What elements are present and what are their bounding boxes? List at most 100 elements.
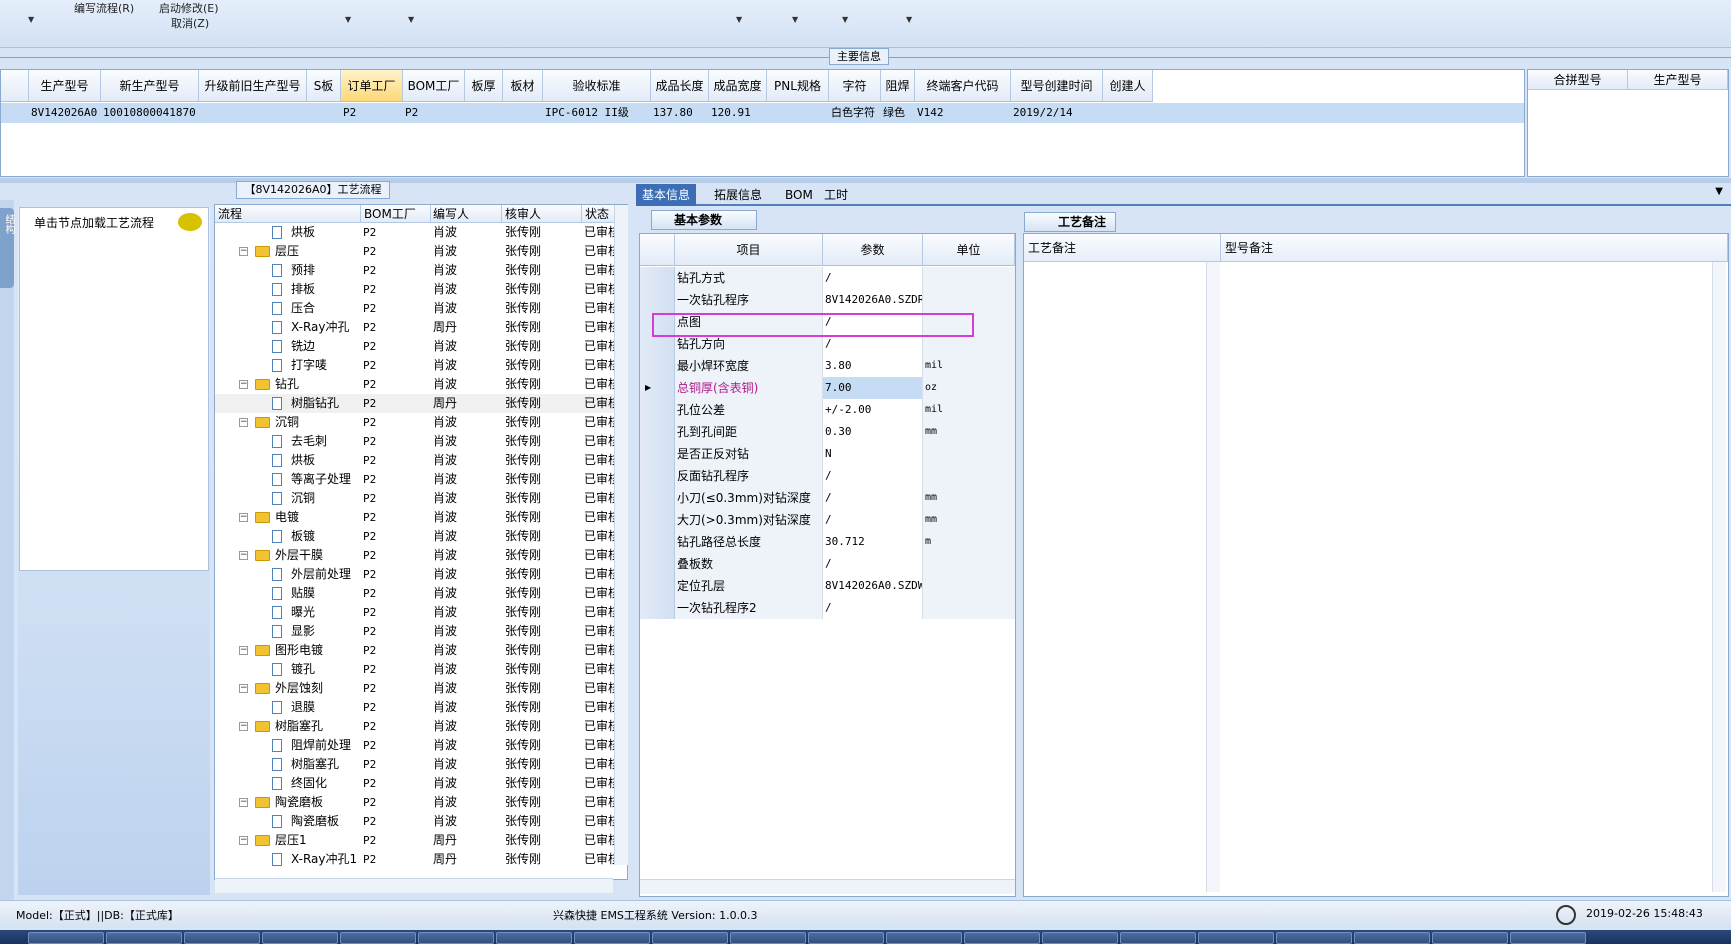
main-info-label[interactable]: 主要信息 bbox=[829, 48, 889, 65]
taskbar-button[interactable] bbox=[106, 932, 182, 944]
table-cell[interactable] bbox=[199, 103, 307, 123]
param-value[interactable]: 30.712 bbox=[823, 531, 923, 553]
taskbar-button[interactable] bbox=[28, 932, 104, 944]
param-row[interactable]: 孔位公差 +/-2.00 mil bbox=[640, 399, 1015, 421]
param-row[interactable]: ▶ 总铜厚(含表铜) 7.00 oz bbox=[640, 377, 1015, 399]
model-col-header[interactable]: 终端客户代码 bbox=[915, 70, 1011, 101]
row-selector[interactable] bbox=[640, 553, 675, 575]
model-col-header[interactable]: PNL规格 bbox=[767, 70, 829, 101]
menu-cancel[interactable]: 取消(Z) bbox=[171, 15, 209, 31]
taskbar-button[interactable] bbox=[184, 932, 260, 944]
taskbar-button[interactable] bbox=[652, 932, 728, 944]
structure-tree[interactable] bbox=[19, 207, 209, 571]
tree-row[interactable]: 等离子处理 P2 肖波 张传刚 已审核 bbox=[215, 470, 616, 489]
collapse-toggle-icon[interactable]: − bbox=[239, 380, 248, 389]
param-row[interactable]: 孔到孔间距 0.30 mm bbox=[640, 421, 1015, 443]
tree-row[interactable]: 贴膜 P2 肖波 张传刚 已审核 bbox=[215, 584, 616, 603]
structure-tab[interactable]: 结构 bbox=[0, 208, 14, 288]
param-row[interactable]: 一次钻孔程序2/ bbox=[640, 597, 1015, 619]
model-col-header[interactable]: 创建人 bbox=[1103, 70, 1153, 101]
dropdown-arrow-icon[interactable]: ▼ bbox=[28, 15, 34, 24]
tree-row[interactable]: − 沉铜 P2 肖波 张传刚 已审核 bbox=[215, 413, 616, 432]
param-row[interactable]: 是否正反对钻 N bbox=[640, 443, 1015, 465]
tab-work-hours[interactable]: 工时 bbox=[818, 184, 854, 206]
table-row[interactable]: 8V142026A0 10010800041870 P2 P2 IPC-6012 II级… bbox=[1, 103, 1524, 123]
menu-start-modify[interactable]: 启动修改(E) bbox=[159, 0, 219, 16]
tree-row[interactable]: 树脂塞孔 P2 肖波 张传刚 已审核 bbox=[215, 755, 616, 774]
taskbar-button[interactable] bbox=[964, 932, 1040, 944]
tree-row[interactable]: X-Ray冲孔 P2 周丹 张传刚 已审核 bbox=[215, 318, 616, 337]
model-col-header[interactable]: 型号创建时间 bbox=[1011, 70, 1103, 101]
tree-row[interactable]: 外层前处理 P2 肖波 张传刚 已审核 bbox=[215, 565, 616, 584]
model-col-header[interactable]: 验收标准 bbox=[543, 70, 651, 101]
tree-row[interactable]: 陶瓷磨板 P2 肖波 张传刚 已审核 bbox=[215, 812, 616, 831]
collapse-toggle-icon[interactable]: − bbox=[239, 722, 248, 731]
tree-row[interactable]: 铣边 P2 肖波 张传刚 已审核 bbox=[215, 337, 616, 356]
collapse-toggle-icon[interactable]: − bbox=[239, 684, 248, 693]
table-cell[interactable]: 137.80 bbox=[651, 103, 709, 123]
param-row[interactable]: 反面钻孔程序 / bbox=[640, 465, 1015, 487]
table-cell[interactable]: 8V142026A0 bbox=[29, 103, 101, 123]
taskbar-button[interactable] bbox=[1198, 932, 1274, 944]
tree-row[interactable]: 板镀 P2 肖波 张传刚 已审核 bbox=[215, 527, 616, 546]
tree-vertical-scrollbar[interactable] bbox=[614, 205, 628, 865]
merge-col-header[interactable]: 合拼型号 bbox=[1528, 70, 1628, 90]
collapse-toggle-icon[interactable]: − bbox=[239, 247, 248, 256]
table-cell[interactable]: IPC-6012 II级 bbox=[543, 103, 651, 123]
tree-row[interactable]: − 树脂塞孔 P2 肖波 张传刚 已审核 bbox=[215, 717, 616, 736]
tree-row[interactable]: X-Ray冲孔1 P2 周丹 张传刚 已审核 bbox=[215, 850, 616, 869]
tab-menu-arrow-icon[interactable]: ▼ bbox=[1715, 186, 1723, 197]
model-col-header[interactable]: 板厚 bbox=[465, 70, 503, 101]
tree-row[interactable]: 退膜 P2 肖波 张传刚 已审核 bbox=[215, 698, 616, 717]
tree-row[interactable]: − 层压 P2 肖波 张传刚 已审核 bbox=[215, 242, 616, 261]
taskbar-button[interactable] bbox=[262, 932, 338, 944]
param-row[interactable]: 一次钻孔程序 8V142026A0.SZDRL bbox=[640, 289, 1015, 311]
tree-row[interactable]: 压合 P2 肖波 张传刚 已审核 bbox=[215, 299, 616, 318]
model-col-header[interactable]: 板材 bbox=[503, 70, 543, 101]
model-col-header[interactable]: 生产型号 bbox=[29, 70, 101, 101]
row-selector[interactable] bbox=[640, 509, 675, 531]
row-selector[interactable] bbox=[640, 355, 675, 377]
tree-row[interactable]: − 外层干膜 P2 肖波 张传刚 已审核 bbox=[215, 546, 616, 565]
row-selector[interactable]: ▶ bbox=[640, 377, 675, 399]
notes-scrollbar[interactable] bbox=[1206, 262, 1220, 892]
tree-row[interactable]: − 层压1 P2 周丹 张传刚 已审核 bbox=[215, 831, 616, 850]
table-cell[interactable] bbox=[503, 103, 543, 123]
param-row[interactable]: 小刀(≤0.3mm)对钻深度 / mm bbox=[640, 487, 1015, 509]
tab-bom[interactable]: BOM bbox=[779, 184, 819, 206]
row-selector[interactable] bbox=[640, 575, 675, 597]
tree-row[interactable]: − 电镀 P2 肖波 张传刚 已审核 bbox=[215, 508, 616, 527]
tab-extended-info[interactable]: 拓展信息 bbox=[708, 184, 768, 206]
tree-row[interactable]: − 钻孔 P2 肖波 张传刚 已审核 bbox=[215, 375, 616, 394]
param-row[interactable]: 最小焊环宽度 3.80 mil bbox=[640, 355, 1015, 377]
taskbar-button[interactable] bbox=[574, 932, 650, 944]
tree-row[interactable]: 打字唛 P2 肖波 张传刚 已审核 bbox=[215, 356, 616, 375]
table-cell[interactable] bbox=[1103, 103, 1153, 123]
param-row[interactable]: 定位孔层 8V142026A0.SZDWK bbox=[640, 575, 1015, 597]
param-value[interactable]: +/-2.00 bbox=[823, 399, 923, 421]
row-selector[interactable] bbox=[640, 399, 675, 421]
table-cell[interactable]: 2019/2/14 bbox=[1011, 103, 1103, 123]
row-selector[interactable] bbox=[640, 421, 675, 443]
model-notes-scrollbar[interactable] bbox=[1712, 262, 1726, 892]
tree-col-header[interactable]: 状态 bbox=[582, 205, 615, 223]
model-col-header[interactable]: 阻焊 bbox=[881, 70, 915, 101]
model-col-header[interactable]: BOM工厂 bbox=[403, 70, 465, 101]
table-cell[interactable]: 120.91 bbox=[709, 103, 767, 123]
tree-row[interactable]: − 外层蚀刻 P2 肖波 张传刚 已审核 bbox=[215, 679, 616, 698]
collapse-toggle-icon[interactable]: − bbox=[239, 418, 248, 427]
row-selector[interactable] bbox=[640, 531, 675, 553]
tab-basic-info[interactable]: 基本信息 bbox=[636, 184, 697, 206]
model-col-header[interactable]: 订单工厂 bbox=[341, 70, 403, 101]
taskbar-button[interactable] bbox=[730, 932, 806, 944]
model-col-header[interactable]: 字符 bbox=[829, 70, 881, 101]
tree-col-header[interactable]: BOM工厂 bbox=[361, 205, 431, 223]
tree-col-header[interactable]: 编写人 bbox=[430, 205, 502, 223]
col-unit-header[interactable]: 单位 bbox=[923, 234, 1015, 266]
merge-col-header[interactable]: 生产型号 bbox=[1628, 70, 1728, 90]
table-cell[interactable]: P2 bbox=[341, 103, 403, 123]
row-selector[interactable] bbox=[640, 487, 675, 509]
tree-row[interactable]: 显影 P2 肖波 张传刚 已审核 bbox=[215, 622, 616, 641]
tree-row[interactable]: 烘板 P2 肖波 张传刚 已审核 bbox=[215, 451, 616, 470]
menu-write-process[interactable]: 编写流程(R) bbox=[74, 0, 134, 16]
